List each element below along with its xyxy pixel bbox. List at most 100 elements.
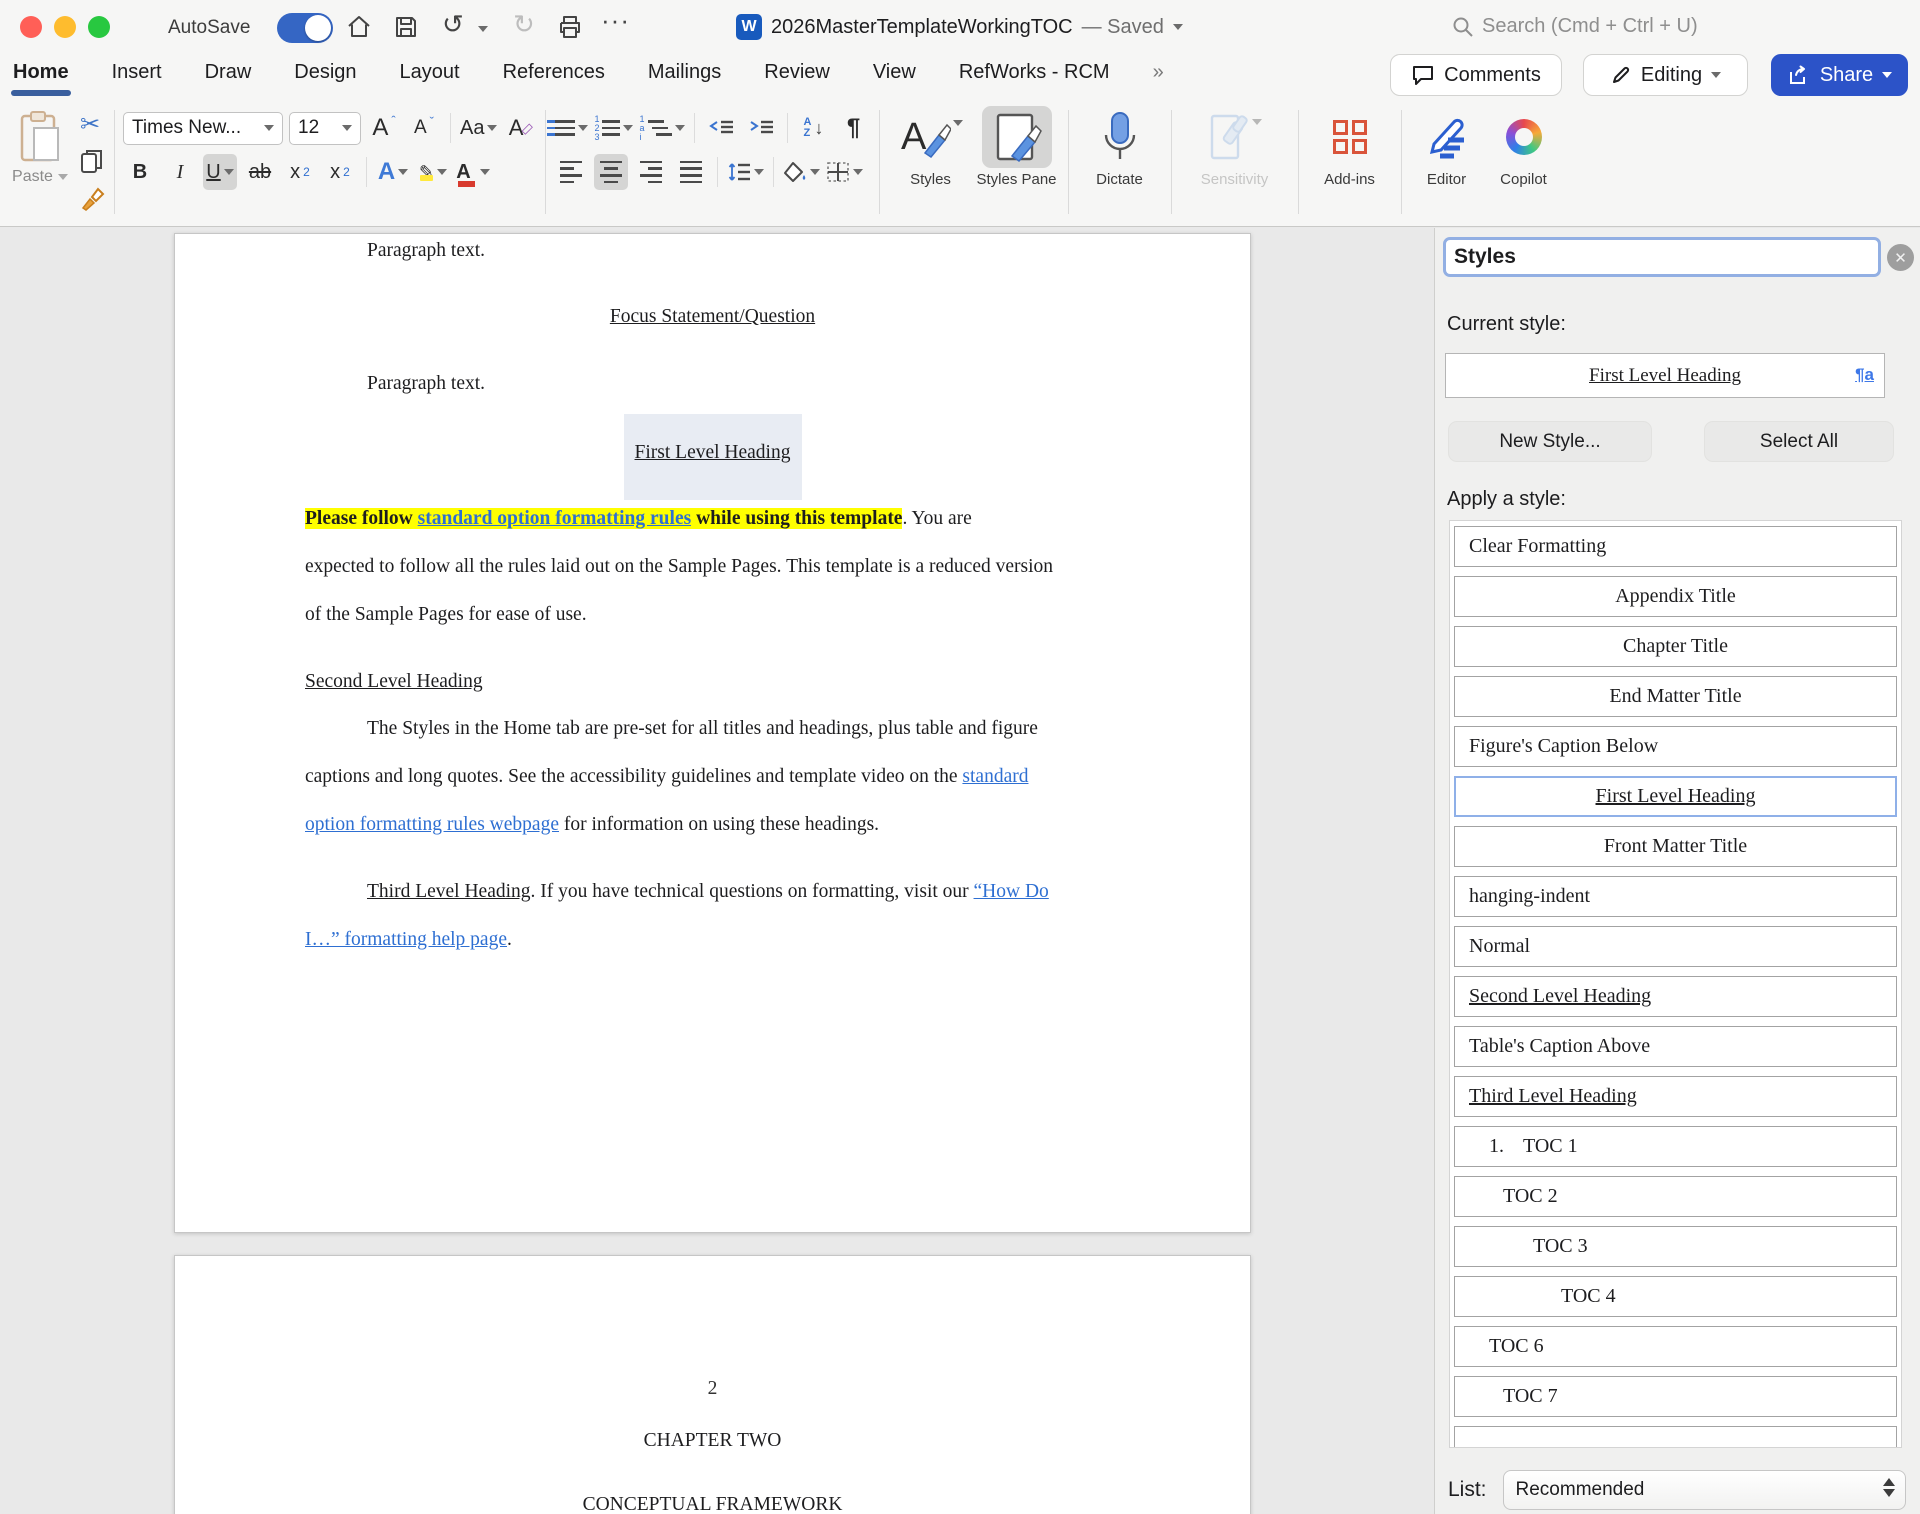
document-canvas[interactable]: Paragraph text. Focus Statement/Question… xyxy=(0,228,1434,1514)
shrink-font-button[interactable]: Aˇ xyxy=(407,110,441,146)
copy-icon[interactable] xyxy=(80,148,104,174)
how-do-link[interactable]: “How Do xyxy=(974,881,1049,902)
more-tabs-icon[interactable]: » xyxy=(1153,61,1164,96)
style-item-normal[interactable]: Normal xyxy=(1454,926,1897,967)
help-page-link[interactable]: I…” formatting help page xyxy=(305,929,507,950)
document-page-2[interactable]: 2 CHAPTER TWO CONCEPTUAL FRAMEWORK xyxy=(174,1255,1251,1514)
document-page-1[interactable]: Paragraph text. Focus Statement/Question… xyxy=(174,233,1251,1233)
tab-refworks-rcm[interactable]: RefWorks - RCM xyxy=(959,61,1110,96)
align-center-button[interactable] xyxy=(594,154,628,190)
style-item-figures-caption-below[interactable]: Figure's Caption Below xyxy=(1454,726,1897,767)
align-right-button[interactable] xyxy=(634,154,668,190)
font-name-combo[interactable]: Times New... xyxy=(123,112,283,145)
line-spacing-button[interactable] xyxy=(727,154,764,190)
mini-separator xyxy=(773,157,774,187)
formatting-rules-link[interactable]: standard option formatting rules xyxy=(418,508,692,529)
tab-references[interactable]: References xyxy=(503,61,605,96)
format-painter-icon[interactable] xyxy=(80,186,106,212)
font-color-button[interactable]: A xyxy=(456,154,490,190)
style-item-toc-6[interactable]: TOC 6 xyxy=(1454,1326,1897,1367)
style-item-third-level-heading[interactable]: Third Level Heading xyxy=(1454,1076,1897,1117)
style-item-end-matter-title[interactable]: End Matter Title xyxy=(1454,676,1897,717)
show-paragraph-marks-button[interactable]: ¶ xyxy=(837,110,871,146)
editor-button[interactable]: Editor xyxy=(1410,106,1484,224)
close-pane-button[interactable]: ✕ xyxy=(1887,244,1914,271)
current-style-preview: First Level Heading ¶a xyxy=(1445,353,1885,398)
underline-button[interactable]: U xyxy=(203,154,237,190)
autosave-toggle[interactable] xyxy=(277,13,333,43)
style-item-toc-4[interactable]: TOC 4 xyxy=(1454,1276,1897,1317)
copilot-button[interactable]: Copilot xyxy=(1484,106,1564,224)
style-item-toc-1[interactable]: 1. TOC 1 xyxy=(1454,1126,1897,1167)
borders-button[interactable] xyxy=(826,154,863,190)
text-effects-button[interactable]: A xyxy=(376,154,410,190)
home-icon[interactable] xyxy=(345,13,373,41)
styles-pane-button[interactable]: Styles Pane xyxy=(974,106,1060,224)
style-item-first-level-heading[interactable]: First Level Heading xyxy=(1454,776,1897,817)
style-item-toc-7[interactable]: TOC 7 xyxy=(1454,1376,1897,1417)
bold-button[interactable]: B xyxy=(123,154,157,190)
tab-mailings[interactable]: Mailings xyxy=(648,61,721,96)
tab-insert[interactable]: Insert xyxy=(112,61,162,96)
style-item-toc-2[interactable]: TOC 2 xyxy=(1454,1176,1897,1217)
style-item-appendix-title[interactable]: Appendix Title xyxy=(1454,576,1897,617)
subscript-button[interactable]: x2 xyxy=(283,154,317,190)
comments-button[interactable]: Comments xyxy=(1390,54,1562,96)
styles-pane-search-field[interactable]: Styles xyxy=(1443,237,1881,277)
style-item-second-level-heading[interactable]: Second Level Heading xyxy=(1454,976,1897,1017)
undo-icon[interactable]: ↺ xyxy=(442,8,464,40)
tab-home[interactable]: Home xyxy=(13,61,69,96)
save-icon[interactable] xyxy=(392,13,420,41)
editing-mode-button[interactable]: Editing xyxy=(1583,54,1748,96)
title-chevron-icon[interactable] xyxy=(1173,24,1183,30)
styles-button[interactable]: A Styles xyxy=(888,106,974,224)
new-style-button[interactable]: New Style... xyxy=(1448,421,1652,462)
shading-button[interactable] xyxy=(783,154,820,190)
bullets-button[interactable] xyxy=(554,110,588,146)
font-size-combo[interactable]: 12 xyxy=(289,112,361,145)
add-ins-button[interactable]: Add-ins xyxy=(1307,106,1393,224)
style-list[interactable]: Clear Formatting Appendix Title Chapter … xyxy=(1449,520,1902,1448)
standard-link[interactable]: standard xyxy=(962,766,1028,787)
more-commands-icon[interactable]: ··· xyxy=(601,4,630,36)
style-item-tables-caption-above[interactable]: Table's Caption Above xyxy=(1454,1026,1897,1067)
sort-button[interactable]: AZ ↓ xyxy=(797,110,831,146)
increase-indent-button[interactable] xyxy=(744,110,778,146)
select-all-button[interactable]: Select All xyxy=(1704,421,1894,462)
paste-button[interactable]: Paste xyxy=(10,110,70,212)
superscript-button[interactable]: x2 xyxy=(323,154,357,190)
tab-review[interactable]: Review xyxy=(764,61,830,96)
grow-font-button[interactable]: Aˆ xyxy=(367,110,401,146)
strikethrough-button[interactable]: ab xyxy=(243,154,277,190)
webpage-link[interactable]: option formatting rules webpage xyxy=(305,814,559,835)
style-item-hanging-indent[interactable]: hanging-indent xyxy=(1454,876,1897,917)
clear-formatting-button[interactable]: A▯ xyxy=(503,110,537,146)
search-box[interactable]: Search (Cmd + Ctrl + U) xyxy=(1452,15,1698,38)
tab-view[interactable]: View xyxy=(873,61,916,96)
list-filter-dropdown[interactable]: Recommended xyxy=(1503,1470,1906,1510)
tab-draw[interactable]: Draw xyxy=(205,61,252,96)
style-item-partial[interactable] xyxy=(1454,1426,1897,1448)
style-item-clear-formatting[interactable]: Clear Formatting xyxy=(1454,526,1897,567)
share-button[interactable]: Share xyxy=(1771,54,1908,96)
change-case-button[interactable]: Aa xyxy=(460,110,497,146)
style-item-toc-3[interactable]: TOC 3 xyxy=(1454,1226,1897,1267)
zoom-window-button[interactable] xyxy=(88,16,110,38)
undo-dropdown-chevron-icon[interactable] xyxy=(478,26,488,32)
multilevel-list-button[interactable]: 1ai xyxy=(639,110,684,146)
align-left-button[interactable] xyxy=(554,154,588,190)
style-item-chapter-title[interactable]: Chapter Title xyxy=(1454,626,1897,667)
tab-layout[interactable]: Layout xyxy=(400,61,460,96)
italic-button[interactable]: I xyxy=(163,154,197,190)
dictate-button[interactable]: Dictate xyxy=(1077,106,1163,224)
style-item-front-matter-title[interactable]: Front Matter Title xyxy=(1454,826,1897,867)
numbering-button[interactable]: 123 xyxy=(594,110,633,146)
highlight-color-button[interactable]: ✎ xyxy=(416,154,450,190)
print-icon[interactable] xyxy=(556,13,584,41)
close-window-button[interactable] xyxy=(20,16,42,38)
justify-button[interactable] xyxy=(674,154,708,190)
minimize-window-button[interactable] xyxy=(54,16,76,38)
tab-design[interactable]: Design xyxy=(294,61,356,96)
decrease-indent-button[interactable] xyxy=(704,110,738,146)
cut-icon[interactable]: ✂ xyxy=(80,114,106,136)
